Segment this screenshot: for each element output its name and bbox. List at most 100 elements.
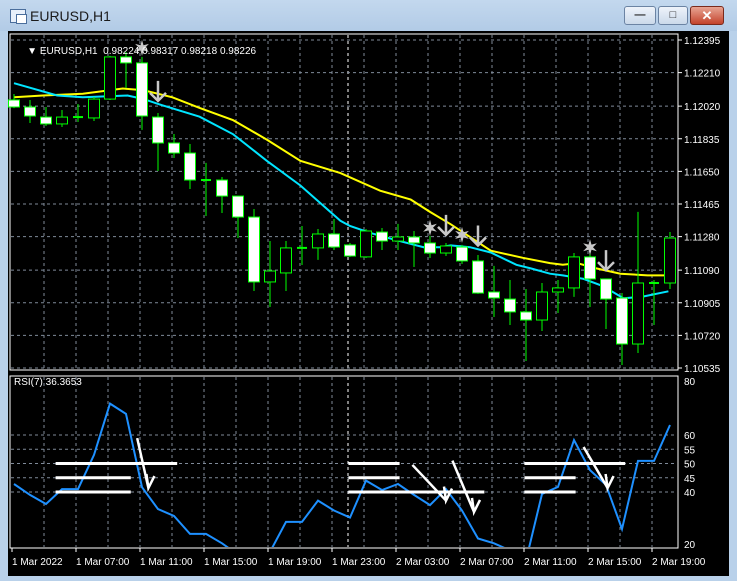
price-axis-label: 1.11465	[684, 200, 720, 211]
candle	[632, 211, 644, 354]
candle	[424, 235, 436, 258]
candle	[40, 107, 52, 127]
candle-body	[248, 216, 260, 283]
rsi-axis-label: 20	[684, 540, 696, 551]
candle-body	[616, 297, 628, 345]
sell-arrow-icon	[149, 80, 167, 103]
candle	[664, 232, 676, 289]
candle-body	[632, 282, 644, 345]
candle-body	[152, 116, 164, 144]
window-title: EURUSD,H1	[30, 8, 111, 24]
candle	[297, 226, 307, 266]
candle	[152, 113, 164, 172]
price-axis-label: 1.12395	[684, 36, 721, 47]
candle-body	[584, 256, 596, 280]
candle	[56, 110, 68, 127]
price-axis-label: 1.11650	[684, 167, 720, 178]
candle	[344, 242, 356, 257]
chart-header: ▼ EURUSD,H1 0.98224 0.98317 0.98218 0.98…	[16, 35, 256, 68]
rsi-axis-label: 50	[684, 460, 696, 471]
candle-body	[408, 236, 420, 244]
candle	[456, 244, 468, 264]
sell-arrow-icon	[469, 225, 487, 248]
rsi-axis-label: 55	[684, 445, 696, 456]
price-axis-label: 1.11280	[684, 233, 720, 244]
time-axis-label: 1 Mar 23:00	[332, 557, 386, 568]
candle-body	[520, 311, 532, 321]
rsi-trend-arrow	[411, 464, 454, 505]
close-button[interactable]: ✕	[690, 6, 724, 25]
rsi-layer	[13, 402, 671, 547]
candle	[472, 254, 484, 294]
time-axis-label: 2 Mar 07:00	[460, 557, 514, 568]
candle-body	[136, 62, 148, 117]
candle-body	[232, 195, 244, 218]
candle-body	[664, 237, 676, 284]
candle-body	[536, 291, 548, 321]
candle	[488, 265, 500, 318]
candle-body	[552, 287, 564, 293]
candle	[216, 177, 228, 213]
candle	[264, 241, 276, 307]
price-axis-label: 1.12210	[684, 69, 721, 80]
candle	[520, 288, 532, 361]
candle-body	[392, 236, 404, 242]
candle	[184, 144, 196, 190]
candle-body	[56, 116, 68, 125]
time-axis-label: 1 Mar 07:00	[76, 557, 130, 568]
collapse-triangle-icon[interactable]: ▼	[27, 46, 40, 57]
candle	[376, 227, 388, 251]
price-chart[interactable]: 1.12395 1.12210 1.12020 1.11835 1.11650 1.114…	[8, 31, 729, 576]
candle	[616, 293, 628, 366]
rsi-axis-label: 60	[684, 431, 696, 442]
candle-body	[40, 116, 52, 125]
candle	[536, 283, 548, 331]
maximize-button[interactable]: □	[658, 6, 688, 25]
candle	[600, 278, 612, 330]
candle	[201, 162, 211, 216]
candle	[649, 280, 659, 325]
candle-body	[472, 260, 484, 294]
candle	[312, 229, 324, 260]
price-axis-label: 1.10535	[684, 364, 721, 375]
candle	[360, 229, 372, 258]
candle	[280, 241, 292, 291]
candle-body	[184, 152, 196, 181]
time-axis-label: 1 Mar 19:00	[268, 557, 322, 568]
candle-body	[376, 231, 388, 242]
candle-body	[344, 244, 356, 257]
time-axis-label: 1 Mar 11:00	[140, 557, 193, 568]
maximize-icon: □	[669, 9, 677, 21]
time-axis-label: 2 Mar 19:00	[652, 557, 706, 568]
price-axis-label: 1.11835	[684, 135, 720, 146]
candle	[24, 99, 36, 124]
signal-star-icon	[423, 219, 437, 236]
sell-arrow-icon	[597, 250, 615, 272]
candle-body	[568, 256, 580, 289]
chart-area[interactable]: 1.12395 1.12210 1.12020 1.11835 1.11650 1.114…	[8, 31, 729, 576]
candle-body	[24, 106, 36, 117]
time-axis-label: 2 Mar 11:00	[524, 557, 577, 568]
candle-body	[280, 247, 292, 274]
candle-body	[88, 98, 100, 119]
candle	[248, 208, 260, 291]
title-bar: EURUSD,H1 — □ ✕	[0, 0, 737, 31]
candle	[504, 280, 516, 325]
minimize-icon: —	[634, 9, 646, 21]
rsi-label: RSI(7) 36.3653	[14, 377, 82, 388]
candle	[328, 218, 340, 251]
candle-body	[168, 142, 180, 154]
price-axis-label: 1.12020	[684, 102, 721, 113]
price-axis-label: 1.10720	[684, 331, 721, 342]
candle-body	[504, 298, 516, 313]
time-axis-label: 1 Mar 15:00	[204, 557, 258, 568]
candle-body	[216, 179, 228, 197]
rsi-axis-label: 45	[684, 474, 696, 485]
candle-body	[456, 246, 468, 262]
minimize-button[interactable]: —	[624, 6, 656, 25]
candle-body	[264, 270, 276, 283]
candle-body	[488, 291, 500, 299]
candle-body	[312, 233, 324, 249]
ohlc-values: 0.98224 0.98317 0.98218 0.98226	[103, 46, 257, 57]
candle	[168, 133, 180, 158]
